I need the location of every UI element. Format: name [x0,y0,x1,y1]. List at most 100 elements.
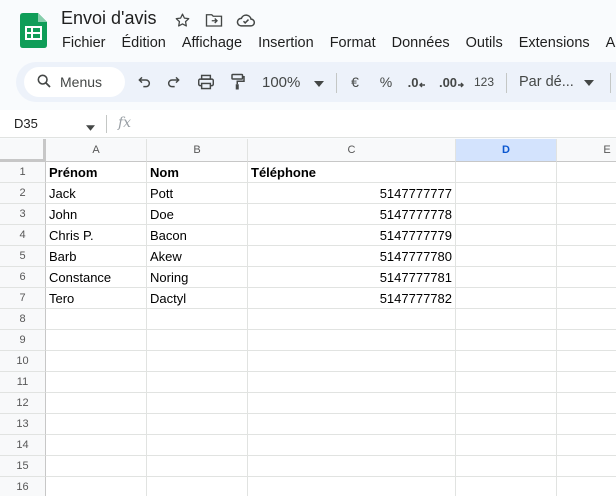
grid-cell[interactable] [557,288,616,309]
redo-icon[interactable] [162,70,186,94]
grid-cell[interactable]: 5147777778 [248,204,456,225]
grid-cell[interactable] [456,225,557,246]
column-header-d[interactable]: D [456,139,557,162]
grid-cell[interactable]: 5147777777 [248,183,456,204]
row-header[interactable]: 8 [0,309,46,330]
grid-cell[interactable]: Dactyl [147,288,248,309]
grid-cell[interactable] [147,372,248,393]
row-header[interactable]: 5 [0,246,46,267]
grid-cell[interactable] [557,309,616,330]
grid-cell[interactable] [147,456,248,477]
name-box[interactable]: D35 [14,116,38,131]
document-title[interactable]: Envoi d'avis [61,8,156,29]
grid-cell[interactable] [456,162,557,183]
chevron-down-icon[interactable] [86,118,95,136]
grid-cell[interactable] [46,372,147,393]
grid-cell[interactable] [557,225,616,246]
grid-cell[interactable] [147,330,248,351]
grid-cell[interactable] [557,456,616,477]
move-to-folder-icon[interactable] [204,10,224,30]
grid-cell[interactable] [456,246,557,267]
cloud-saved-icon[interactable] [236,10,256,30]
menu-outils[interactable]: Outils [458,33,511,53]
grid-cell[interactable] [46,456,147,477]
menu-aide[interactable]: A [598,33,616,53]
grid-cell[interactable] [456,309,557,330]
row-header[interactable]: 2 [0,183,46,204]
grid-cell[interactable] [248,330,456,351]
grid-cell[interactable] [46,351,147,372]
number-format-button[interactable]: 123 [471,70,497,94]
row-header[interactable]: 7 [0,288,46,309]
sheets-logo-icon[interactable] [20,13,47,48]
grid-cell[interactable] [46,435,147,456]
grid-cell[interactable]: Bacon [147,225,248,246]
grid-cell[interactable] [557,414,616,435]
paint-format-icon[interactable] [226,70,250,94]
spreadsheet-grid[interactable]: A B C D E 1 Prénom Nom Téléphone 2 Jack Pott 51… [0,139,616,496]
grid-cell[interactable] [46,330,147,351]
row-header[interactable]: 13 [0,414,46,435]
currency-format-button[interactable]: € [344,70,366,94]
row-header[interactable]: 14 [0,435,46,456]
grid-cell[interactable] [248,351,456,372]
increase-decimal-button[interactable]: .00 [436,70,468,94]
menu-affichage[interactable]: Affichage [174,33,250,53]
grid-cell[interactable]: 5147777782 [248,288,456,309]
grid-cell[interactable] [456,330,557,351]
grid-cell[interactable]: Tero [46,288,147,309]
grid-cell[interactable]: Téléphone [248,162,456,183]
grid-cell[interactable] [557,435,616,456]
grid-cell[interactable]: Noring [147,267,248,288]
grid-cell[interactable] [248,435,456,456]
grid-cell[interactable]: Jack [46,183,147,204]
undo-icon[interactable] [132,70,156,94]
grid-cell[interactable] [557,204,616,225]
grid-cell[interactable]: Chris P. [46,225,147,246]
row-header[interactable]: 1 [0,162,46,183]
grid-cell[interactable] [557,477,616,496]
menu-format[interactable]: Format [322,33,384,53]
select-all-corner[interactable] [0,139,46,162]
grid-cell[interactable] [456,456,557,477]
grid-cell[interactable] [46,393,147,414]
grid-cell[interactable]: Akew [147,246,248,267]
grid-cell[interactable] [456,204,557,225]
grid-cell[interactable] [456,435,557,456]
grid-cell[interactable] [248,309,456,330]
grid-cell[interactable]: John [46,204,147,225]
grid-cell[interactable]: 5147777779 [248,225,456,246]
menu-edition[interactable]: Édition [114,33,174,53]
column-header-c[interactable]: C [248,139,456,162]
grid-cell[interactable] [456,414,557,435]
grid-cell[interactable] [456,477,557,496]
grid-cell[interactable] [147,351,248,372]
grid-cell[interactable] [147,435,248,456]
grid-cell[interactable] [46,477,147,496]
row-header[interactable]: 11 [0,372,46,393]
column-header-b[interactable]: B [147,139,248,162]
row-header[interactable]: 9 [0,330,46,351]
column-header-a[interactable]: A [46,139,147,162]
grid-cell[interactable]: Doe [147,204,248,225]
zoom-select[interactable]: 100% [260,70,326,94]
row-header[interactable]: 12 [0,393,46,414]
grid-cell[interactable] [46,309,147,330]
grid-cell[interactable] [248,456,456,477]
grid-cell[interactable] [557,183,616,204]
grid-cell[interactable]: Prénom [46,162,147,183]
grid-cell[interactable]: 5147777781 [248,267,456,288]
grid-cell[interactable] [456,288,557,309]
grid-cell[interactable] [456,351,557,372]
grid-cell[interactable] [248,477,456,496]
grid-cell[interactable] [147,393,248,414]
row-header[interactable]: 6 [0,267,46,288]
grid-cell[interactable] [456,372,557,393]
grid-cell[interactable] [456,393,557,414]
grid-cell[interactable] [557,351,616,372]
grid-cell[interactable] [456,183,557,204]
menu-search-input[interactable]: Menus [24,67,125,97]
grid-cell[interactable] [147,414,248,435]
grid-cell[interactable] [557,372,616,393]
row-header[interactable]: 4 [0,225,46,246]
